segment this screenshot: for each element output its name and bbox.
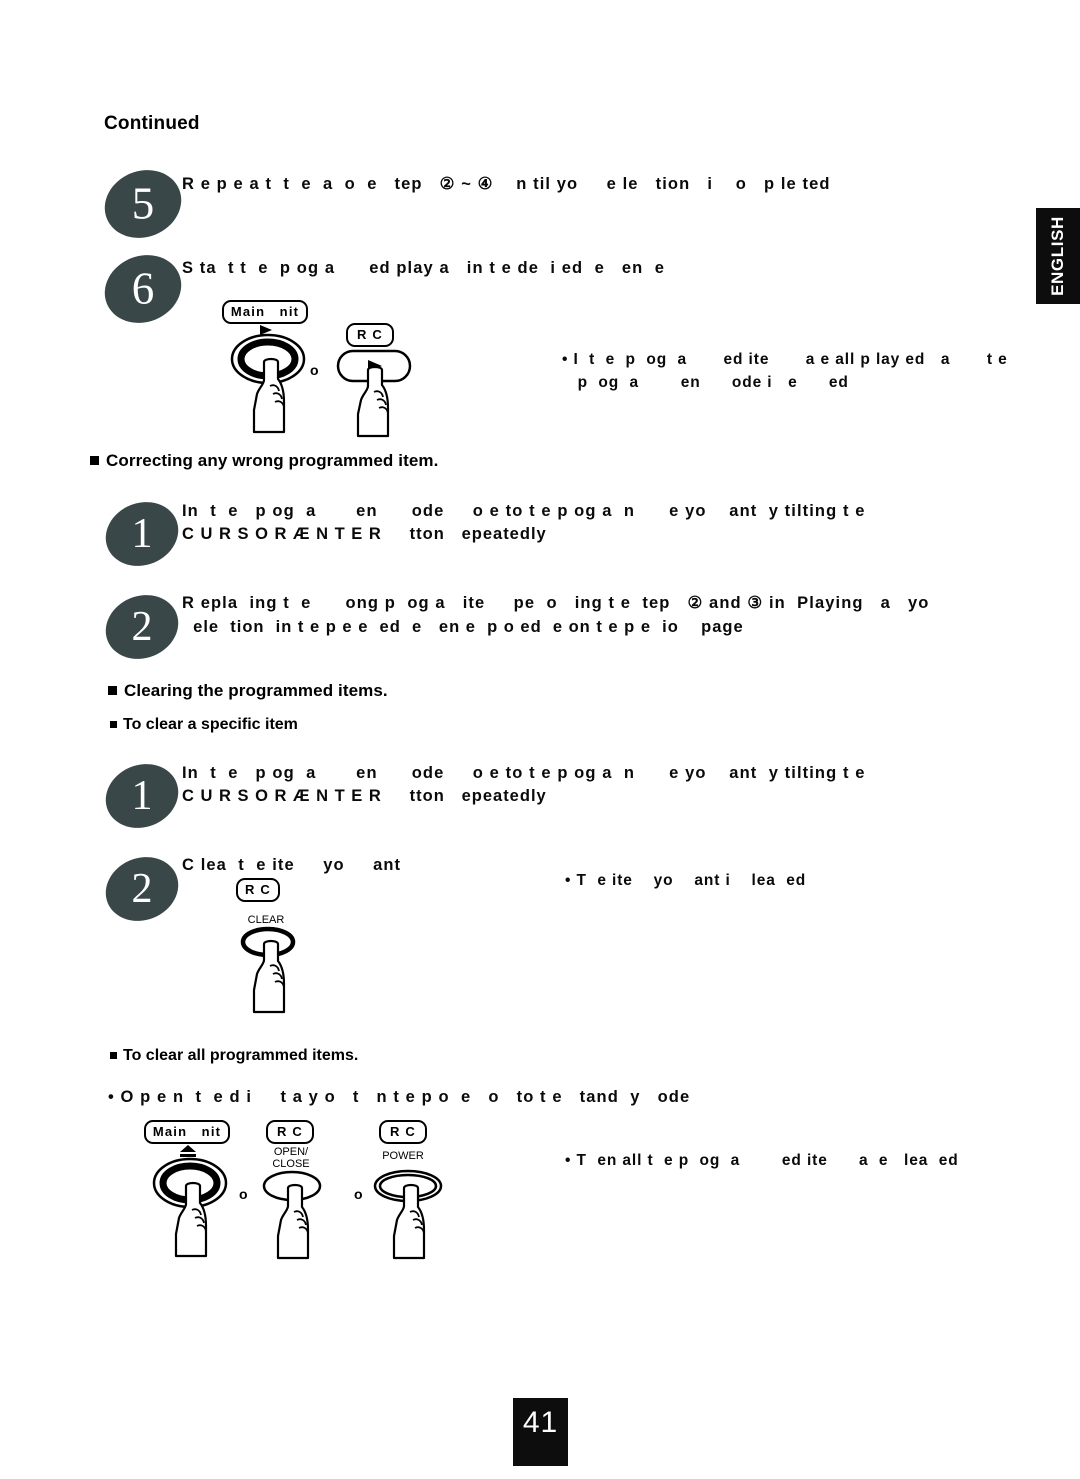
step-6-note-line2: p og a en ode i e ed	[562, 374, 849, 391]
power-button-graphic	[373, 1169, 443, 1260]
step-badge-clearing-1: 1	[96, 753, 188, 839]
sub-heading-clear-all-label: To clear all programmed items.	[123, 1047, 359, 1064]
rc-play-button-graphic	[336, 349, 412, 438]
step-badge-correcting-1: 1	[96, 491, 188, 577]
device-illustration-clear-all: Main nit o R C OPEN/ CLOSE o R C POWER	[144, 1120, 474, 1260]
clearing-note: • T e ite yo ant i lea ed	[565, 872, 807, 889]
language-side-tab-label: ENGLISH	[1048, 216, 1067, 296]
rc-badge-open-close: R C	[266, 1120, 314, 1144]
step-5-text: R e p e a t t e a o e tep ② ~ ④ n til yo…	[182, 175, 831, 193]
language-side-tab: ENGLISH	[1036, 208, 1080, 304]
open-close-button-graphic	[262, 1170, 322, 1260]
rc-badge: R C	[236, 878, 280, 902]
sub-heading-clear-all: To clear all programmed items.	[110, 1047, 358, 1065]
device-illustration-play: Main nit o R C	[222, 300, 442, 438]
correcting-step-1-line2: C U R S O R Æ N T E R tton epeatedly	[182, 525, 547, 543]
correcting-step-2-line1: R epla ing t e ong p og a ite pe o ing t…	[182, 594, 930, 612]
clearing-step-1-line2: C U R S O R Æ N T E R tton epeatedly	[182, 787, 547, 805]
rc-badge-power: R C	[379, 1120, 427, 1144]
or-label-1: o	[239, 1186, 248, 1202]
square-bullet-icon	[110, 1052, 117, 1059]
main-unit-badge: Main nit	[222, 300, 308, 324]
step-6-note-line1: • I t e p og a ed ite a e all p lay ed a…	[562, 351, 1008, 368]
clear-all-instruction: • O p e n t e d i t a y o t n t e p o e …	[108, 1088, 691, 1106]
section-heading-correcting-label: Correcting any wrong programmed item.	[106, 451, 439, 470]
main-unit-button-graphic	[230, 333, 306, 434]
clearing-step-2-line1: C lea t e ite yo ant	[182, 856, 402, 874]
step-6-text: S ta t t e p og a ed play a in t e de i …	[182, 259, 666, 277]
manual-page: ENGLISH Continued 5 R e p e a t t e a o …	[0, 0, 1080, 1479]
or-label-2: o	[354, 1186, 363, 1202]
power-caption: POWER	[382, 1150, 424, 1162]
rc-badge: R C	[346, 323, 394, 347]
step-number: 5	[131, 178, 155, 229]
step-badge-5: 5	[94, 158, 192, 250]
device-illustration-clear: R C CLEAR	[236, 878, 346, 1014]
clear-all-note: • T en all t e p og a ed ite a e lea ed	[565, 1152, 959, 1169]
continued-heading: Continued	[104, 113, 200, 134]
clearing-step-1-line1: In t e p og a en ode o e to t e p og a n…	[182, 764, 866, 782]
step-number: 6	[131, 263, 155, 314]
step-number: 2	[131, 866, 153, 912]
clear-button-caption: CLEAR	[247, 914, 285, 926]
sub-heading-clear-specific-label: To clear a specific item	[123, 716, 298, 733]
step-badge-clearing-2: 2	[96, 846, 188, 932]
main-unit-eject-button-graphic	[152, 1157, 228, 1258]
step-number: 2	[131, 604, 153, 650]
open-close-caption: OPEN/ CLOSE	[272, 1146, 310, 1170]
step-number: 1	[131, 773, 153, 819]
or-label: o	[310, 362, 319, 378]
main-unit-badge: Main nit	[144, 1120, 230, 1144]
page-number-box: 41	[513, 1398, 568, 1466]
step-number: 1	[131, 511, 153, 557]
section-heading-correcting: Correcting any wrong programmed item.	[90, 451, 438, 471]
sub-heading-clear-specific: To clear a specific item	[110, 716, 298, 734]
correcting-step-2-line2: ele tion in t e p e e ed e en e p o ed e…	[182, 618, 744, 636]
square-bullet-icon	[90, 456, 99, 465]
step-badge-6: 6	[94, 243, 192, 335]
section-heading-clearing: Clearing the programmed items.	[108, 681, 388, 701]
square-bullet-icon	[108, 686, 117, 695]
page-number: 41	[522, 1406, 559, 1439]
step-badge-correcting-2: 2	[96, 584, 188, 670]
clear-button-graphic	[240, 926, 296, 1014]
section-heading-clearing-label: Clearing the programmed items.	[124, 681, 388, 700]
square-bullet-icon	[110, 721, 117, 728]
correcting-step-1-line1: In t e p og a en ode o e to t e p og a n…	[182, 502, 866, 520]
